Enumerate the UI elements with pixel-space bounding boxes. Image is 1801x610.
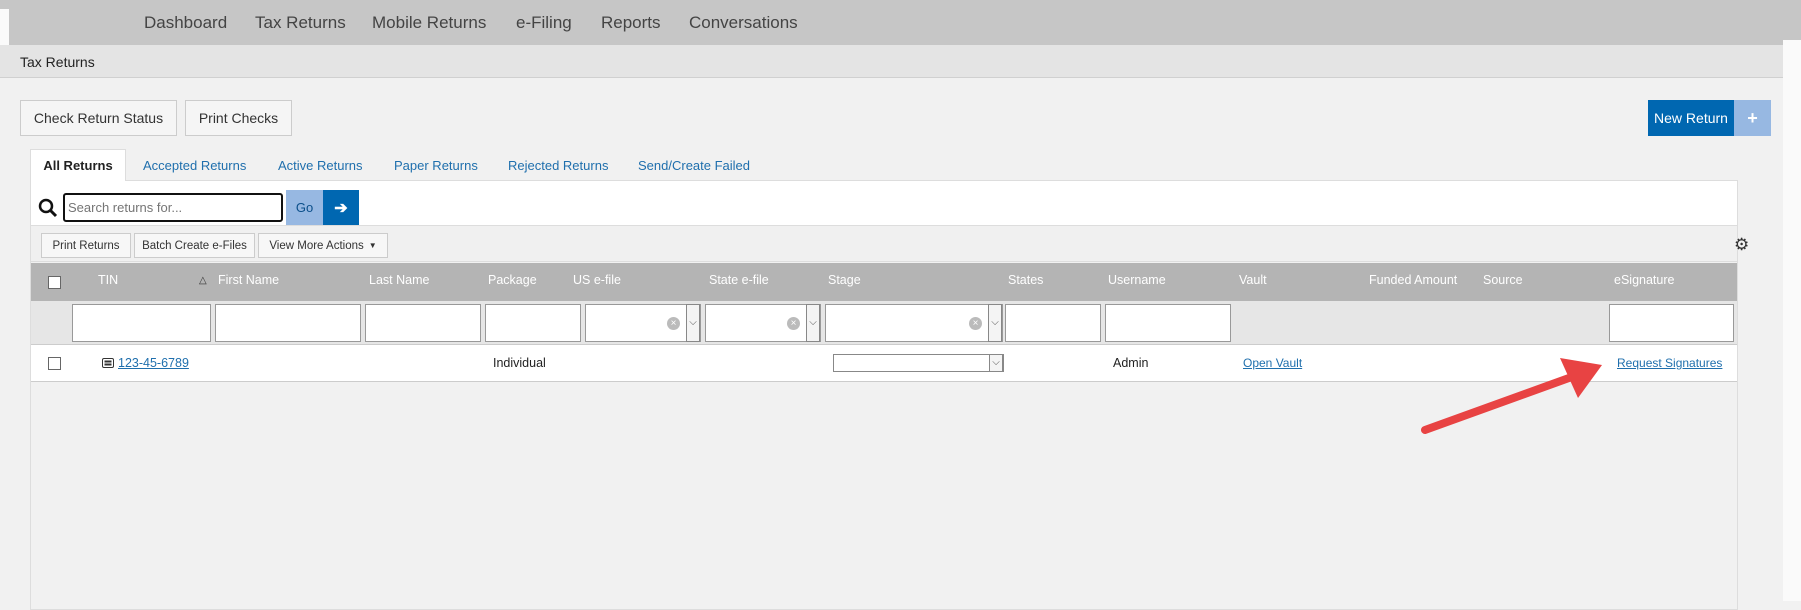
nav-reports[interactable]: Reports bbox=[601, 13, 661, 33]
nav-dashboard[interactable]: Dashboard bbox=[144, 13, 227, 33]
tab-rejected-returns[interactable]: Rejected Returns bbox=[508, 149, 608, 181]
tab-send-create-failed[interactable]: Send/Create Failed bbox=[638, 149, 750, 181]
col-username[interactable]: Username bbox=[1108, 273, 1166, 287]
tab-active-returns[interactable]: Active Returns bbox=[278, 149, 363, 181]
go-button[interactable]: Go bbox=[286, 190, 323, 225]
new-return-button[interactable]: New Return + bbox=[1648, 100, 1771, 136]
breadcrumb: Tax Returns bbox=[0, 45, 1783, 78]
filter-tin[interactable] bbox=[72, 304, 211, 342]
table-header bbox=[31, 263, 1737, 301]
search-input[interactable] bbox=[63, 193, 283, 222]
filter-stage[interactable]: × ⌵ bbox=[825, 304, 1003, 342]
stage-select[interactable]: ⌵ bbox=[833, 354, 1004, 372]
username-value: Admin bbox=[1113, 356, 1149, 370]
print-returns-button[interactable]: Print Returns bbox=[41, 233, 131, 258]
nav-conversations[interactable]: Conversations bbox=[689, 13, 798, 33]
clear-icon[interactable]: × bbox=[667, 317, 680, 330]
filter-username[interactable] bbox=[1105, 304, 1231, 342]
tab-accepted-returns[interactable]: Accepted Returns bbox=[143, 149, 246, 181]
select-all-checkbox[interactable] bbox=[48, 276, 61, 289]
view-more-actions-button[interactable]: View More Actions ▼ bbox=[258, 233, 388, 258]
col-tin[interactable]: TIN bbox=[98, 273, 118, 287]
gear-icon[interactable]: ⚙ bbox=[1734, 235, 1749, 255]
check-return-status-button[interactable]: Check Return Status bbox=[20, 100, 177, 136]
package-value: Individual bbox=[493, 356, 546, 370]
annotation-arrow-icon bbox=[1421, 358, 1602, 434]
search-icon bbox=[38, 198, 58, 218]
tin-link[interactable]: 123-45-6789 bbox=[118, 356, 189, 370]
nav-tax-returns[interactable]: Tax Returns bbox=[255, 13, 346, 33]
col-vault[interactable]: Vault bbox=[1239, 273, 1267, 287]
chevron-down-icon[interactable]: ⌵ bbox=[686, 304, 700, 342]
chevron-down-icon[interactable]: ⌵ bbox=[806, 304, 820, 342]
col-source[interactable]: Source bbox=[1483, 273, 1523, 287]
filter-us-efile[interactable]: × ⌵ bbox=[585, 304, 701, 342]
col-first-name[interactable]: First Name bbox=[218, 273, 279, 287]
clear-icon[interactable]: × bbox=[787, 317, 800, 330]
col-esignature[interactable]: eSignature bbox=[1614, 273, 1674, 287]
filter-esignature[interactable] bbox=[1609, 304, 1734, 342]
view-more-actions-label: View More Actions bbox=[269, 239, 364, 252]
col-us-efile[interactable]: US e-file bbox=[573, 273, 621, 287]
filter-states[interactable] bbox=[1005, 304, 1101, 342]
filter-package[interactable] bbox=[485, 304, 581, 342]
col-last-name[interactable]: Last Name bbox=[369, 273, 429, 287]
new-return-label: New Return bbox=[1648, 100, 1734, 136]
request-signatures-link[interactable]: Request Signatures bbox=[1617, 356, 1722, 370]
nav-e-filing[interactable]: e-Filing bbox=[516, 13, 572, 33]
scroll-gutter bbox=[1783, 40, 1801, 601]
chevron-down-icon: ⌵ bbox=[989, 354, 1003, 372]
col-state-efile[interactable]: State e-file bbox=[709, 273, 769, 287]
tab-all-returns[interactable]: All Returns bbox=[30, 149, 126, 181]
clear-icon[interactable]: × bbox=[969, 317, 982, 330]
caret-down-icon: ▼ bbox=[368, 241, 377, 250]
chevron-down-icon[interactable]: ⌵ bbox=[988, 304, 1002, 342]
plus-icon: + bbox=[1734, 100, 1771, 136]
batch-create-efiles-button[interactable]: Batch Create e-Files bbox=[134, 233, 255, 258]
sort-asc-icon[interactable]: △ bbox=[199, 275, 207, 286]
nav-strip bbox=[0, 9, 9, 45]
col-states[interactable]: States bbox=[1008, 273, 1043, 287]
filter-state-efile[interactable]: × ⌵ bbox=[705, 304, 821, 342]
id-card-icon bbox=[102, 358, 114, 368]
open-vault-link[interactable]: Open Vault bbox=[1243, 356, 1302, 370]
nav-mobile-returns[interactable]: Mobile Returns bbox=[372, 13, 486, 33]
breadcrumb-current: Tax Returns bbox=[20, 54, 95, 70]
print-checks-button[interactable]: Print Checks bbox=[185, 100, 292, 136]
filter-last-name[interactable] bbox=[365, 304, 481, 342]
tab-paper-returns[interactable]: Paper Returns bbox=[394, 149, 478, 181]
row-checkbox[interactable] bbox=[48, 357, 61, 370]
col-package[interactable]: Package bbox=[488, 273, 537, 287]
col-stage[interactable]: Stage bbox=[828, 273, 861, 287]
arrow-right-icon[interactable]: ➔ bbox=[323, 190, 359, 225]
col-funded-amount[interactable]: Funded Amount bbox=[1369, 273, 1457, 287]
filter-first-name[interactable] bbox=[215, 304, 361, 342]
